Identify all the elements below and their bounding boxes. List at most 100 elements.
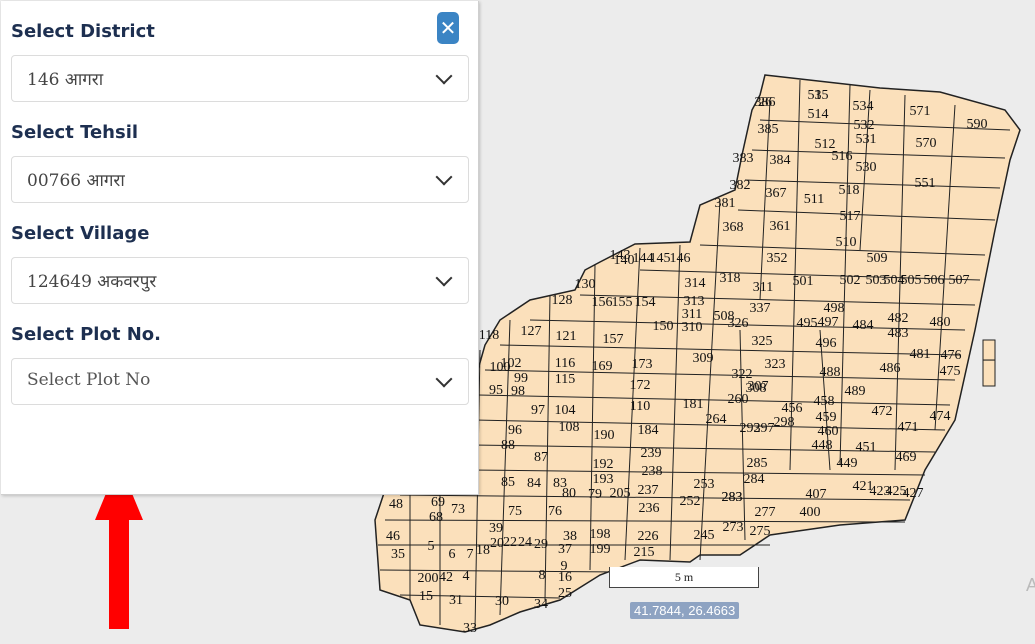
plot-number-506[interactable]: 506 bbox=[924, 273, 945, 288]
plot-number-34[interactable]: 34 bbox=[534, 597, 548, 612]
plot-number-400[interactable]: 400 bbox=[800, 505, 821, 520]
plot-number-325[interactable]: 325 bbox=[752, 334, 773, 349]
plot-number-458[interactable]: 458 bbox=[814, 394, 835, 409]
plot-number-534[interactable]: 534 bbox=[853, 99, 874, 114]
plot-number-24[interactable]: 24 bbox=[518, 535, 532, 550]
plot-number-481[interactable]: 481 bbox=[910, 347, 931, 362]
plot-number-85[interactable]: 85 bbox=[501, 475, 515, 490]
plot-number-476[interactable]: 476 bbox=[941, 348, 962, 363]
plot-number-25[interactable]: 25 bbox=[558, 586, 572, 601]
plot-number-5[interactable]: 5 bbox=[428, 539, 435, 554]
plot-number-283[interactable]: 283 bbox=[722, 490, 743, 505]
plot-number-275[interactable]: 275 bbox=[750, 524, 771, 539]
plot-number-590[interactable]: 590 bbox=[967, 117, 988, 132]
plot-number-154[interactable]: 154 bbox=[635, 295, 656, 310]
plot-number-309[interactable]: 309 bbox=[693, 351, 714, 366]
plot-number-75[interactable]: 75 bbox=[508, 504, 522, 519]
plot-number-482[interactable]: 482 bbox=[888, 311, 909, 326]
plot-number-108[interactable]: 108 bbox=[559, 420, 580, 435]
plot-number-118[interactable]: 118 bbox=[479, 328, 499, 343]
plot-number-496[interactable]: 496 bbox=[816, 336, 837, 351]
plot-number-551[interactable]: 551 bbox=[915, 176, 936, 191]
plot-number-531[interactable]: 531 bbox=[856, 132, 877, 147]
plot-number-146[interactable]: 146 bbox=[670, 251, 691, 266]
plot-number-88[interactable]: 88 bbox=[501, 438, 515, 453]
plot-number-184[interactable]: 184 bbox=[638, 423, 659, 438]
plot-number-96[interactable]: 96 bbox=[508, 423, 522, 438]
plot-number-26[interactable]: 26 bbox=[758, 95, 772, 110]
plot-number-297[interactable]: 297 bbox=[754, 421, 775, 436]
plot-number-33[interactable]: 33 bbox=[463, 621, 477, 636]
plot-number-97[interactable]: 97 bbox=[531, 403, 545, 418]
plot-number-308[interactable]: 308 bbox=[746, 381, 767, 396]
plot-number-100[interactable]: 100 bbox=[490, 360, 511, 375]
plot-number-130[interactable]: 130 bbox=[575, 277, 596, 292]
plot-number-530[interactable]: 530 bbox=[856, 160, 877, 175]
plot-number-150[interactable]: 150 bbox=[653, 319, 674, 334]
plot-number-260[interactable]: 260 bbox=[728, 392, 749, 407]
plot-number-385[interactable]: 385 bbox=[758, 122, 779, 137]
plot-number-483[interactable]: 483 bbox=[888, 326, 909, 341]
plot-number-73[interactable]: 73 bbox=[451, 502, 465, 517]
plot-number-3[interactable]: 3 bbox=[815, 88, 822, 103]
close-button[interactable]: ✕ bbox=[437, 12, 459, 44]
plot-number-514[interactable]: 514 bbox=[808, 107, 829, 122]
plot-number-507[interactable]: 507 bbox=[949, 273, 970, 288]
plot-number-323[interactable]: 323 bbox=[765, 357, 786, 372]
plot-number-337[interactable]: 337 bbox=[750, 301, 771, 316]
plot-number-169[interactable]: 169 bbox=[592, 359, 613, 374]
plot-number-46[interactable]: 46 bbox=[386, 529, 400, 544]
plot-number-367[interactable]: 367 bbox=[766, 186, 787, 201]
plot-number-116[interactable]: 116 bbox=[555, 356, 575, 371]
plot-number-456[interactable]: 456 bbox=[782, 401, 803, 416]
plot-number-571[interactable]: 571 bbox=[910, 104, 931, 119]
plot-number-245[interactable]: 245 bbox=[694, 528, 715, 543]
plot-number-448[interactable]: 448 bbox=[812, 438, 833, 453]
plot-number-37[interactable]: 37 bbox=[558, 542, 572, 557]
plot-number-495[interactable]: 495 bbox=[797, 316, 818, 331]
plot-number-517[interactable]: 517 bbox=[840, 209, 861, 224]
plot-number-68[interactable]: 68 bbox=[429, 510, 443, 525]
plot-number-501[interactable]: 501 bbox=[793, 274, 814, 289]
plot-number-471[interactable]: 471 bbox=[898, 420, 919, 435]
plot-number-69[interactable]: 69 bbox=[431, 495, 445, 510]
plot-select[interactable]: Select Plot No bbox=[11, 358, 469, 405]
plot-number-451[interactable]: 451 bbox=[856, 440, 877, 455]
plot-number-172[interactable]: 172 bbox=[630, 378, 651, 393]
plot-number-352[interactable]: 352 bbox=[767, 251, 788, 266]
plot-number-285[interactable]: 285 bbox=[747, 456, 768, 471]
plot-number-239[interactable]: 239 bbox=[641, 446, 662, 461]
plot-number-87[interactable]: 87 bbox=[534, 450, 548, 465]
plot-number-157[interactable]: 157 bbox=[603, 332, 624, 347]
plot-number-318[interactable]: 318 bbox=[720, 271, 741, 286]
plot-number-199[interactable]: 199 bbox=[590, 542, 611, 557]
plot-number-15[interactable]: 15 bbox=[419, 589, 433, 604]
plot-number-30[interactable]: 30 bbox=[495, 594, 509, 609]
plot-number-80[interactable]: 80 bbox=[562, 486, 576, 501]
plot-number-127[interactable]: 127 bbox=[521, 324, 542, 339]
plot-number-18[interactable]: 18 bbox=[476, 543, 490, 558]
plot-number-84[interactable]: 84 bbox=[527, 476, 541, 491]
plot-number-76[interactable]: 76 bbox=[548, 504, 562, 519]
plot-number-382[interactable]: 382 bbox=[730, 178, 751, 193]
plot-number-48[interactable]: 48 bbox=[389, 497, 403, 512]
plot-number-518[interactable]: 518 bbox=[839, 183, 860, 198]
plot-number-215[interactable]: 215 bbox=[634, 545, 655, 560]
plot-number-20[interactable]: 20 bbox=[490, 536, 504, 551]
plot-number-284[interactable]: 284 bbox=[744, 472, 765, 487]
plot-number-497[interactable]: 497 bbox=[818, 315, 839, 330]
plot-number-298[interactable]: 298 bbox=[774, 415, 795, 430]
plot-number-173[interactable]: 173 bbox=[632, 357, 653, 372]
plot-number-128[interactable]: 128 bbox=[552, 293, 573, 308]
plot-number-488[interactable]: 488 bbox=[820, 365, 841, 380]
plot-number-39[interactable]: 39 bbox=[489, 521, 503, 536]
plot-number-516[interactable]: 516 bbox=[832, 149, 853, 164]
plot-number-156[interactable]: 156 bbox=[592, 295, 613, 310]
plot-number-407[interactable]: 407 bbox=[806, 487, 827, 502]
plot-number-489[interactable]: 489 bbox=[845, 384, 866, 399]
plot-number-31[interactable]: 31 bbox=[449, 593, 463, 608]
plot-number-200[interactable]: 200 bbox=[418, 571, 439, 586]
plot-number-6[interactable]: 6 bbox=[449, 547, 456, 562]
plot-number-22[interactable]: 22 bbox=[503, 535, 517, 550]
plot-number-79[interactable]: 79 bbox=[588, 487, 602, 502]
